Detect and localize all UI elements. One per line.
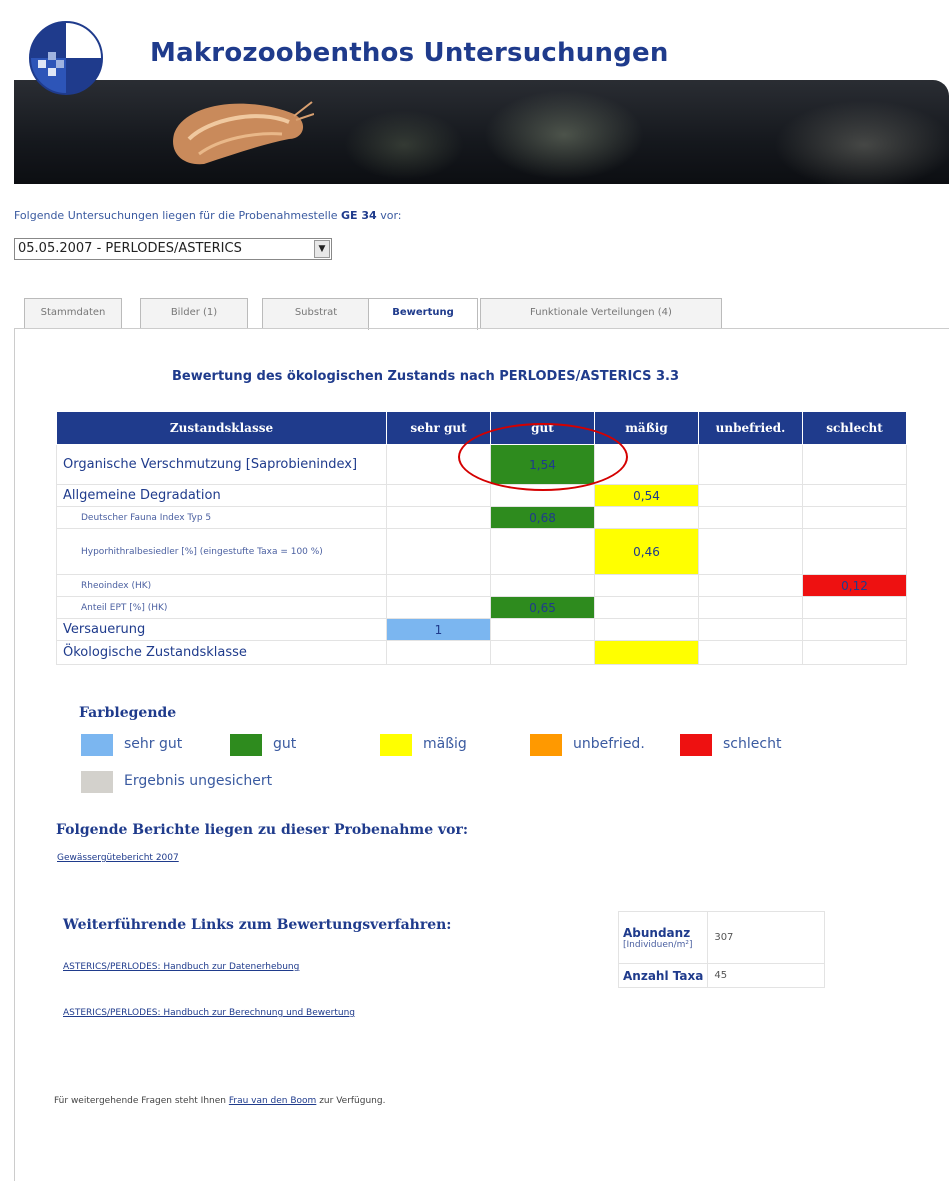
taxa-label: Anzahl Taxa	[617, 963, 709, 988]
legend-swatch	[230, 734, 262, 756]
legend-swatch	[380, 734, 412, 756]
abundance-unit: [Individuen/m²]	[623, 939, 693, 950]
row-value: 0,12	[802, 574, 907, 597]
table-row: Ökologische Zustandsklasse	[56, 640, 907, 665]
table-row: Allgemeine Degradation 0,54	[56, 484, 907, 507]
row-value: 0,65	[490, 596, 595, 619]
row-label: Versauerung	[56, 618, 387, 641]
assessment-title: Bewertung des ökologischen Zustands nach…	[172, 369, 680, 384]
stats-table: Abundanz [Individuen/m²] 307 Anzahl Taxa…	[617, 911, 826, 988]
abundance-label-text: Abundanz	[623, 925, 691, 940]
col-header: unbefried.	[698, 411, 803, 445]
col-header: schlecht	[802, 411, 907, 445]
row-value: 0,54	[594, 484, 699, 507]
links-title: Weiterführende Links zum Bewertungsverfa…	[63, 917, 452, 933]
contact-link[interactable]: Frau van den Boom	[229, 1096, 316, 1106]
table-row: Anteil EPT [%] (HK) 0,65	[56, 596, 907, 619]
logo-icon	[29, 21, 103, 95]
legend-swatch	[81, 734, 113, 756]
sample-select-value: 05.05.2007 - PERLODES/ASTERICS	[18, 241, 242, 256]
intro-text: Folgende Untersuchungen liegen für die P…	[14, 209, 402, 222]
legend-swatch	[530, 734, 562, 756]
legend-swatch	[81, 771, 113, 793]
legend-label: mäßig	[423, 736, 467, 752]
row-label: Rheoindex (HK)	[56, 574, 387, 597]
row-label: Allgemeine Degradation	[56, 484, 387, 507]
app-title: Makrozoobenthos Untersuchungen	[150, 38, 669, 68]
manual-assessment-link[interactable]: ASTERICS/PERLODES: Handbuch zur Berechnu…	[63, 1008, 355, 1018]
legend-label: Ergebnis ungesichert	[124, 773, 273, 789]
row-label: Anteil EPT [%] (HK)	[56, 596, 387, 619]
row-label: Organische Verschmutzung [Saprobienindex…	[56, 444, 387, 485]
row-value: 1	[386, 618, 491, 641]
tab-substrat[interactable]: Substrat	[262, 298, 370, 328]
table-row: Versauerung 1	[56, 618, 907, 641]
tab-bilder[interactable]: Bilder (1)	[140, 298, 248, 328]
chevron-down-icon[interactable]: ▼	[314, 240, 330, 258]
table-row: Hyporhithralbesiedler [%] (eingestufte T…	[56, 528, 907, 575]
legend-label: schlecht	[723, 736, 782, 752]
tab-funktionale-verteilungen[interactable]: Funktionale Verteilungen (4)	[480, 298, 722, 328]
header-banner	[14, 80, 949, 184]
abundance-label: Abundanz [Individuen/m²]	[617, 911, 709, 964]
table-row: Rheoindex (HK) 0,12	[56, 574, 907, 597]
tab-stammdaten[interactable]: Stammdaten	[24, 298, 122, 328]
row-value: 0,68	[490, 506, 595, 529]
row-value	[594, 640, 699, 665]
abundance-value: 307	[707, 911, 826, 964]
legend-swatch	[680, 734, 712, 756]
col-header: Zustandsklasse	[56, 411, 387, 445]
taxa-value: 45	[707, 963, 826, 988]
intro-prefix: Folgende Untersuchungen liegen für die P…	[14, 209, 338, 222]
row-value: 0,46	[594, 528, 699, 575]
row-label: Deutscher Fauna Index Typ 5	[56, 506, 387, 529]
highlight-circle	[458, 423, 628, 491]
table-row: Deutscher Fauna Index Typ 5 0,68	[56, 506, 907, 529]
tab-bewertung[interactable]: Bewertung	[368, 298, 478, 330]
reports-title: Folgende Berichte liegen zu dieser Probe…	[56, 822, 468, 838]
intro-suffix: vor:	[380, 209, 402, 222]
row-label: Hyporhithralbesiedler [%] (eingestufte T…	[56, 528, 387, 575]
legend-title: Farblegende	[79, 705, 177, 721]
sample-select[interactable]: 05.05.2007 - PERLODES/ASTERICS ▼	[14, 238, 332, 260]
row-label: Ökologische Zustandsklasse	[56, 640, 387, 665]
report-link[interactable]: Gewässergütebericht 2007	[57, 853, 179, 863]
shrimp-image	[173, 101, 314, 165]
footer-prefix: Für weitergehende Fragen steht Ihnen	[54, 1096, 226, 1106]
manual-data-collection-link[interactable]: ASTERICS/PERLODES: Handbuch zur Datenerh…	[63, 962, 299, 972]
legend-label: unbefried.	[573, 736, 645, 752]
footer-text: Für weitergehende Fragen steht Ihnen Fra…	[54, 1096, 385, 1106]
legend-label: sehr gut	[124, 736, 183, 752]
station-id: GE 34	[341, 209, 377, 222]
legend-label: gut	[273, 736, 297, 752]
table-row: Abundanz [Individuen/m²] 307	[617, 911, 826, 964]
table-row: Anzahl Taxa 45	[617, 963, 826, 988]
footer-suffix: zur Verfügung.	[319, 1096, 386, 1106]
